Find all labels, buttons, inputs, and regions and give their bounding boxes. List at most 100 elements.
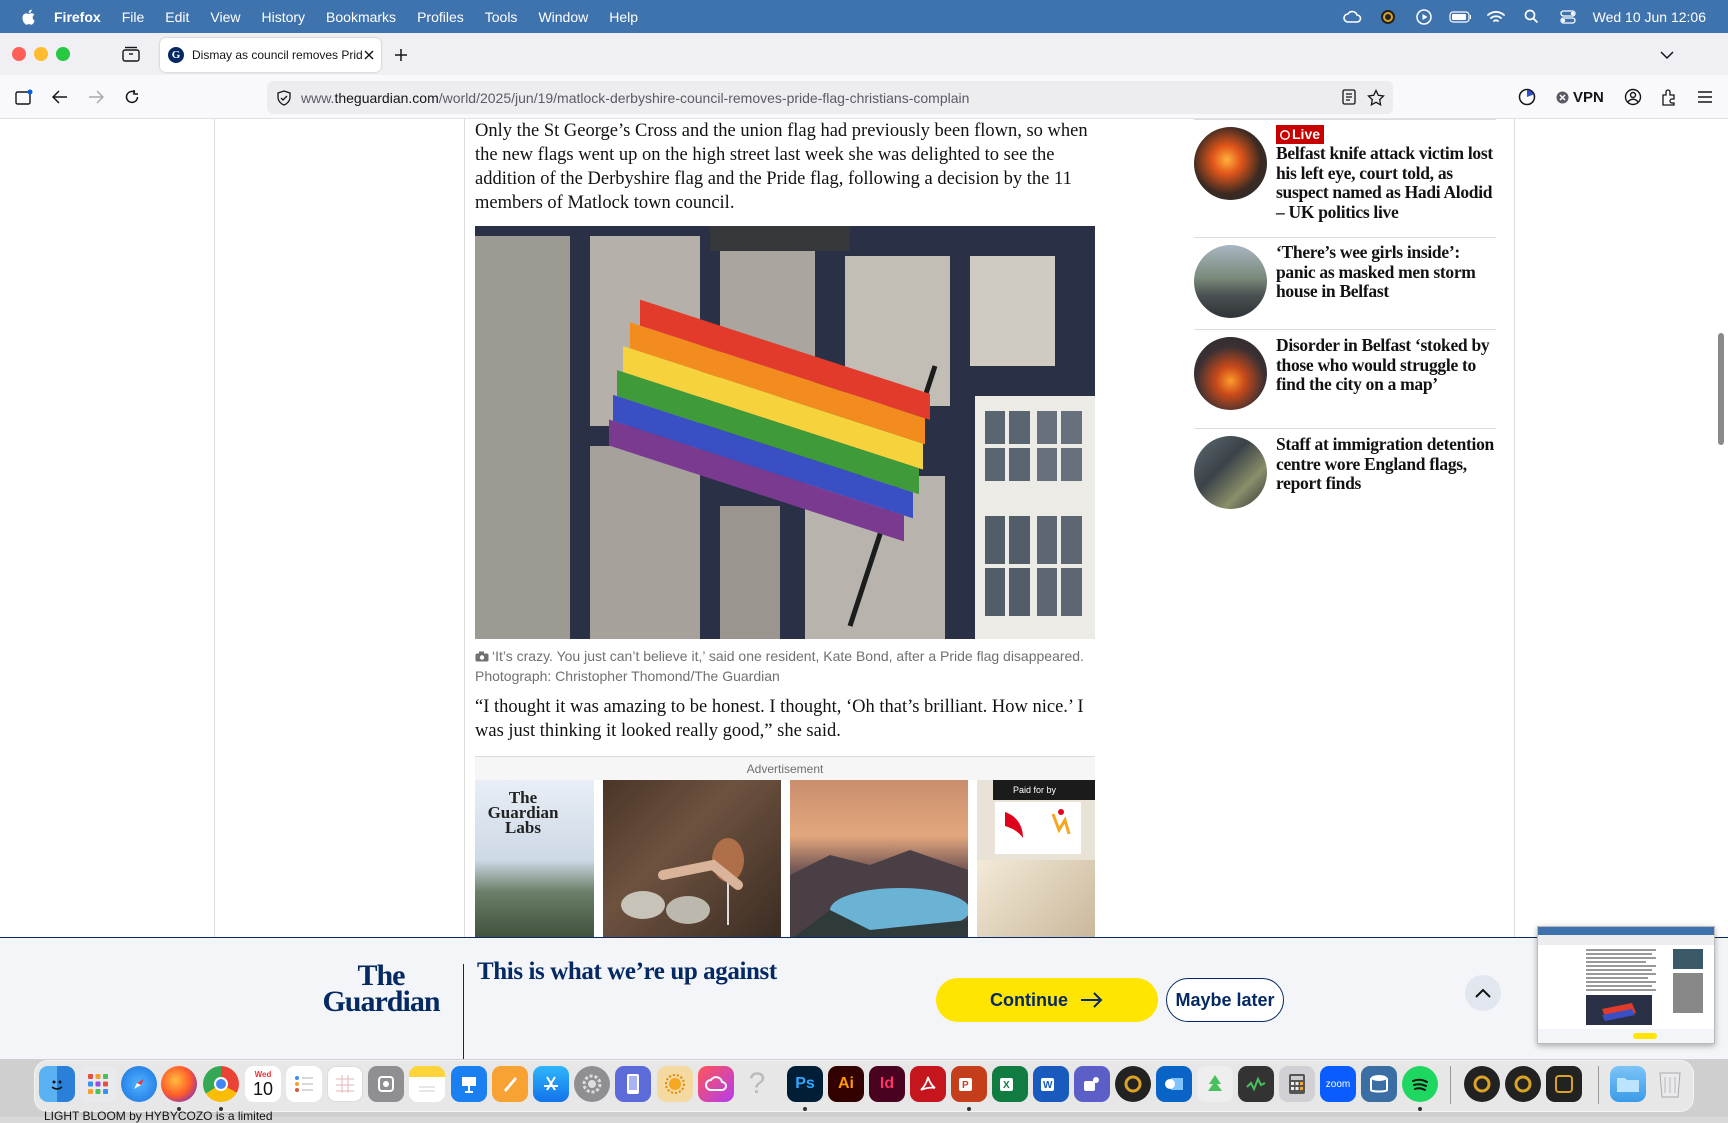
vpn-button[interactable]: VPN — [1556, 86, 1604, 108]
outlook-icon[interactable] — [1156, 1066, 1192, 1102]
indesign-icon[interactable]: Id — [869, 1066, 905, 1102]
article-photo[interactable] — [475, 226, 1095, 639]
spotlight-search-icon[interactable] — [1521, 8, 1543, 26]
notes-icon[interactable] — [409, 1066, 445, 1102]
finder-icon[interactable] — [39, 1066, 75, 1102]
ad-tile-qantas[interactable]: Paid for by — [977, 780, 1095, 937]
system-settings-icon[interactable] — [574, 1066, 610, 1102]
firefox-view-icon[interactable] — [120, 43, 142, 65]
menu-bookmarks[interactable]: Bookmarks — [326, 9, 396, 25]
sun-app-icon[interactable] — [657, 1066, 693, 1102]
related-headline-4[interactable]: Staff at immigration detention centre wo… — [1276, 434, 1496, 494]
menu-hamburger-icon[interactable] — [1694, 86, 1716, 108]
control-center-icon[interactable] — [1557, 8, 1579, 26]
menu-clock[interactable]: Wed 10 Jun 12:06 — [1593, 9, 1706, 25]
app-store-icon[interactable] — [533, 1066, 569, 1102]
powerpoint-icon[interactable]: P — [951, 1066, 987, 1102]
kaspersky-app-icon-2[interactable] — [1505, 1066, 1541, 1102]
word-icon[interactable]: W — [1033, 1066, 1069, 1102]
menu-profiles[interactable]: Profiles — [417, 9, 464, 25]
account-icon[interactable] — [1622, 86, 1644, 108]
play-icon[interactable] — [1413, 8, 1435, 26]
kaspersky-app-icon-1[interactable] — [1464, 1066, 1500, 1102]
related-thumb-1[interactable] — [1194, 127, 1267, 200]
apple-icon[interactable] — [18, 8, 40, 26]
wifi-icon[interactable] — [1485, 8, 1507, 26]
related-headline-3[interactable]: Disorder in Belfast ‘stoked by those who… — [1276, 335, 1496, 395]
kaspersky-icon[interactable] — [1377, 8, 1399, 26]
freeform-icon[interactable] — [327, 1066, 363, 1102]
related-headline-1[interactable]: Belfast knife attack victim lost his lef… — [1276, 143, 1496, 222]
illustrator-icon[interactable]: Ai — [828, 1066, 864, 1102]
address-bar[interactable]: www. theguardian.com/world/2025/jun/19/ma… — [267, 81, 1393, 114]
kaspersky-app-icon-3[interactable] — [1546, 1066, 1582, 1102]
screenshot-utility-icon[interactable] — [368, 1066, 404, 1102]
ad-tile-guardian-labs[interactable]: The Guardian Labs — [475, 780, 594, 937]
unknown-app-icon[interactable]: ? — [739, 1066, 775, 1102]
keynote-icon[interactable] — [451, 1066, 487, 1102]
acrobat-icon[interactable] — [910, 1066, 946, 1102]
menu-window[interactable]: Window — [538, 9, 588, 25]
bookmark-star-icon[interactable] — [1365, 86, 1387, 108]
back-icon[interactable] — [49, 86, 71, 108]
calculator-icon[interactable] — [1279, 1066, 1315, 1102]
reader-view-icon[interactable] — [1338, 86, 1360, 108]
related-thumb-3[interactable] — [1194, 337, 1267, 410]
menu-tools[interactable]: Tools — [485, 9, 518, 25]
ad-tile-bay[interactable] — [790, 780, 968, 937]
menu-view[interactable]: View — [210, 9, 240, 25]
tree-app-icon[interactable] — [1197, 1066, 1233, 1102]
pages-icon[interactable] — [492, 1066, 528, 1102]
ad-tile-oysters[interactable] — [603, 780, 781, 937]
related-headline-2[interactable]: ‘There’s wee girls inside’: panic as mas… — [1276, 242, 1496, 302]
maybe-later-button[interactable]: Maybe later — [1166, 978, 1284, 1022]
zoom-icon[interactable]: zoom — [1320, 1066, 1356, 1102]
reminders-icon[interactable] — [286, 1066, 322, 1102]
excel-icon[interactable]: X — [992, 1066, 1028, 1102]
firefox-dock-icon[interactable] — [161, 1066, 197, 1102]
downloads-folder-icon[interactable] — [1610, 1066, 1646, 1102]
continue-button[interactable]: Continue — [936, 978, 1158, 1022]
menu-app-firefox[interactable]: Firefox — [54, 9, 101, 25]
kaspersky-dock-icon[interactable] — [1115, 1066, 1151, 1102]
screenshot-preview-thumbnail[interactable] — [1537, 926, 1715, 1044]
sidebar-toggle-icon[interactable] — [13, 86, 35, 108]
menu-history[interactable]: History — [261, 9, 305, 25]
chrome-icon[interactable] — [203, 1066, 239, 1102]
zoom-window-button[interactable] — [56, 47, 70, 61]
storage-app-icon[interactable] — [1361, 1066, 1397, 1102]
site-security-icon[interactable] — [276, 89, 292, 106]
close-tab-icon[interactable] — [364, 50, 374, 60]
ad-paid-for-by[interactable]: Paid for by — [993, 780, 1095, 800]
menu-edit[interactable]: Edit — [165, 9, 189, 25]
forward-icon[interactable] — [85, 86, 107, 108]
minimize-window-button[interactable] — [34, 47, 48, 61]
chevron-up-icon — [1475, 988, 1491, 998]
battery-icon[interactable] — [1449, 8, 1471, 26]
related-thumb-4[interactable] — [1194, 436, 1267, 509]
extensions-icon[interactable] — [1658, 86, 1680, 108]
close-window-button[interactable] — [12, 47, 26, 61]
privacy-protection-icon[interactable] — [1516, 86, 1538, 108]
related-thumb-2[interactable] — [1194, 245, 1267, 318]
photoshop-icon[interactable]: Ps — [787, 1066, 823, 1102]
list-all-tabs-icon[interactable] — [1656, 44, 1678, 66]
spotify-icon[interactable] — [1402, 1066, 1438, 1102]
launchpad-icon[interactable] — [80, 1066, 116, 1102]
simulator-icon[interactable] — [615, 1066, 651, 1102]
menu-file[interactable]: File — [122, 9, 145, 25]
creative-cloud-icon[interactable] — [1341, 8, 1363, 26]
creative-cloud-dock-icon[interactable] — [698, 1066, 734, 1102]
reload-icon[interactable] — [121, 86, 143, 108]
tab-active[interactable]: G Dismay as council removes Pride flag — [160, 38, 381, 72]
safari-icon[interactable] — [121, 1066, 157, 1102]
page-scrollbar[interactable] — [1718, 333, 1724, 445]
activity-monitor-icon[interactable] — [1238, 1066, 1274, 1102]
guardian-logo: The Guardian — [322, 959, 440, 1018]
menu-help[interactable]: Help — [609, 9, 638, 25]
trash-icon[interactable] — [1652, 1066, 1688, 1102]
calendar-icon[interactable]: Wed 10 — [245, 1066, 281, 1102]
new-tab-icon[interactable] — [390, 44, 412, 66]
teams-icon[interactable] — [1074, 1066, 1110, 1102]
collapse-banner-button[interactable] — [1465, 975, 1501, 1011]
